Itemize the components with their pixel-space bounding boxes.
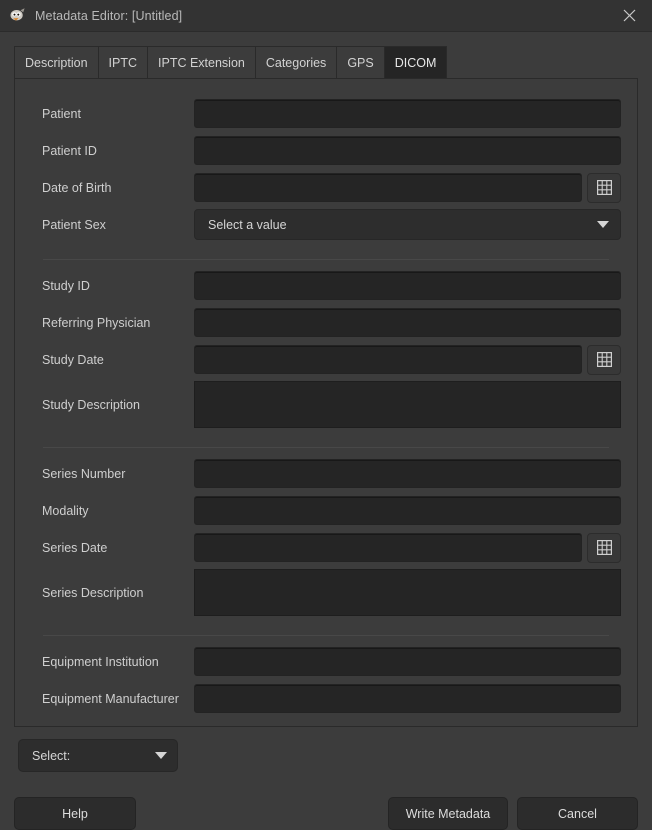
group-separator: [43, 635, 609, 636]
help-button[interactable]: Help: [14, 797, 136, 830]
field-wrapper: [194, 173, 621, 203]
metadata-notebook: Description IPTC IPTC Extension Categories G…: [14, 46, 638, 727]
series-date-input[interactable]: [194, 533, 582, 562]
form-row: Equipment Institution: [29, 643, 621, 680]
field-wrapper: [194, 136, 621, 165]
referring-physician-input[interactable]: [194, 308, 621, 337]
tab-iptc-extension[interactable]: IPTC Extension: [147, 46, 255, 78]
field-wrapper: [194, 684, 621, 713]
patient-sex-dropdown[interactable]: Select a value: [194, 209, 621, 240]
field-wrapper: [194, 647, 621, 676]
study-id-input[interactable]: [194, 271, 621, 300]
calendar-icon[interactable]: [587, 345, 621, 375]
group-separator: [43, 259, 609, 260]
patient-id-input[interactable]: [194, 136, 621, 165]
form-row: Series Date: [29, 529, 621, 566]
select-dropdown-label: Select:: [32, 749, 155, 763]
field-wrapper: [194, 99, 621, 128]
patient-input[interactable]: [194, 99, 621, 128]
write-metadata-button[interactable]: Write Metadata: [388, 797, 508, 830]
dicom-tab-panel: Patient Patient ID Date of Birth Patient Se…: [14, 79, 638, 727]
form-row: Patient Sex Select a value: [29, 206, 621, 243]
gimp-wilber-icon: [9, 7, 27, 25]
field-label: Study Description: [29, 378, 194, 431]
group-gap: [29, 243, 621, 252]
tab-gps[interactable]: GPS: [336, 46, 383, 78]
tab-description[interactable]: Description: [14, 46, 98, 78]
tab-categories[interactable]: Categories: [255, 46, 336, 78]
window-titlebar: Metadata Editor: [Untitled]: [0, 0, 652, 32]
group-separator: [43, 447, 609, 448]
group-gap: [29, 431, 621, 440]
chevron-down-icon: [597, 221, 609, 228]
field-wrapper: [194, 378, 621, 431]
field-label: Patient ID: [29, 144, 194, 158]
field-wrapper: [194, 496, 621, 525]
calendar-icon[interactable]: [587, 533, 621, 563]
form-row: Modality: [29, 492, 621, 529]
form-row: Series Number: [29, 455, 621, 492]
cancel-button-label: Cancel: [558, 807, 597, 821]
field-wrapper: Select a value: [194, 209, 621, 240]
form-row: Study Description: [29, 378, 621, 431]
field-label: Patient: [29, 107, 194, 121]
cancel-button[interactable]: Cancel: [517, 797, 638, 830]
form-row: Patient ID: [29, 132, 621, 169]
help-button-label: Help: [62, 807, 88, 821]
field-label: Modality: [29, 504, 194, 518]
study-date-input[interactable]: [194, 345, 582, 374]
study-description-textarea[interactable]: [194, 381, 621, 428]
series-number-input[interactable]: [194, 459, 621, 488]
calendar-icon[interactable]: [587, 173, 621, 203]
field-label: Equipment Manufacturer: [29, 692, 194, 706]
metadata-editor-dialog: Description IPTC IPTC Extension Categories G…: [0, 32, 652, 812]
dicom-form: Patient Patient ID Date of Birth Patient Se…: [15, 79, 637, 717]
form-row: Date of Birth: [29, 169, 621, 206]
field-label: Equipment Institution: [29, 655, 194, 669]
window-title: Metadata Editor: [Untitled]: [35, 9, 182, 23]
series-description-textarea[interactable]: [194, 569, 621, 616]
field-wrapper: [194, 308, 621, 337]
form-row: Series Description: [29, 566, 621, 619]
field-wrapper: [194, 533, 621, 563]
chevron-down-icon: [155, 752, 167, 759]
form-row: Study ID: [29, 267, 621, 304]
field-wrapper: [194, 459, 621, 488]
patient-sex-dropdown-value: Select a value: [208, 218, 287, 232]
field-label: Series Description: [29, 566, 194, 619]
tab-label: GPS: [347, 56, 373, 70]
field-wrapper: [194, 271, 621, 300]
field-label: Series Number: [29, 467, 194, 481]
form-row: Study Date: [29, 341, 621, 378]
tab-bar-filler: [447, 46, 638, 78]
field-label: Series Date: [29, 541, 194, 555]
field-label: Patient Sex: [29, 218, 194, 232]
tab-label: IPTC Extension: [158, 56, 245, 70]
tab-dicom[interactable]: DICOM: [384, 46, 448, 78]
date-of-birth-input[interactable]: [194, 173, 582, 202]
field-label: Date of Birth: [29, 181, 194, 195]
field-wrapper: [194, 566, 621, 619]
field-wrapper: [194, 345, 621, 375]
form-row: Equipment Manufacturer: [29, 680, 621, 717]
group-gap: [29, 619, 621, 628]
field-label: Study ID: [29, 279, 194, 293]
tab-bar: Description IPTC IPTC Extension Categories G…: [14, 46, 638, 79]
equipment-manufacturer-input[interactable]: [194, 684, 621, 713]
field-label: Referring Physician: [29, 316, 194, 330]
tab-iptc[interactable]: IPTC: [98, 46, 147, 78]
tab-label: IPTC: [109, 56, 137, 70]
modality-input[interactable]: [194, 496, 621, 525]
tab-label: Categories: [266, 56, 326, 70]
equipment-institution-input[interactable]: [194, 647, 621, 676]
form-row: Referring Physician: [29, 304, 621, 341]
tab-label: Description: [25, 56, 88, 70]
form-row: Patient: [29, 95, 621, 132]
write-metadata-button-label: Write Metadata: [406, 807, 491, 821]
tab-label: DICOM: [395, 56, 437, 70]
select-dropdown[interactable]: Select:: [18, 739, 178, 772]
close-icon[interactable]: [607, 0, 652, 31]
field-label: Study Date: [29, 353, 194, 367]
